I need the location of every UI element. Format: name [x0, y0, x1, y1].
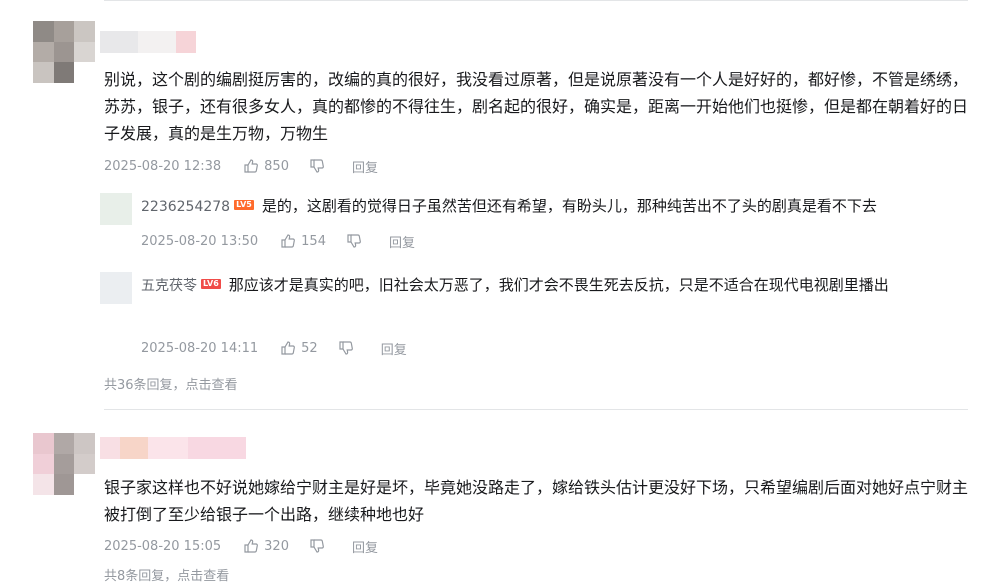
level-badge: LV5: [234, 199, 254, 210]
like-count: 52: [301, 340, 318, 356]
thumbs-down-icon: [347, 234, 361, 248]
divider: [104, 409, 968, 410]
reply-button[interactable]: 回复: [381, 339, 407, 358]
reply-body: 五克茯苓 LV6 那应该才是真实的吧，旧社会太万恶了，我们才会不畏生死去反抗，只是不…: [141, 272, 967, 300]
comment-meta: 2025-08-20 12:38 850 回复: [104, 156, 378, 176]
username-blurred[interactable]: [100, 31, 196, 53]
reply-body: 2236254278 LV5 是的，这剧看的觉得日子虽然苦但还有希望，有盼头儿，那种…: [141, 193, 967, 221]
reply-username[interactable]: 2236254278: [141, 199, 230, 215]
comment-time: 2025-08-20 15:05: [104, 538, 222, 554]
reply-button[interactable]: 回复: [352, 537, 378, 556]
like-button[interactable]: 320: [243, 538, 289, 554]
dislike-button[interactable]: [346, 233, 367, 249]
comment-text: 银子家这样也不好说她嫁给宁财主是好是坏，毕竟她没路走了，嫁给铁头估计更没好下场，…: [104, 478, 969, 524]
dislike-button[interactable]: [338, 340, 359, 356]
dislike-button[interactable]: [309, 538, 330, 554]
view-more-replies-link[interactable]: 共8条回复，点击查看: [104, 565, 229, 584]
divider-top: [104, 0, 968, 1]
like-count: 320: [264, 538, 289, 554]
reply-time: 2025-08-20 13:50: [141, 233, 259, 249]
username-blurred[interactable]: [100, 437, 246, 459]
comment-time: 2025-08-20 12:38: [104, 158, 222, 174]
reply-meta: 2025-08-20 14:11 52 回复: [141, 338, 407, 358]
reply-text: 那应该才是真实的吧，旧社会太万恶了，我们才会不畏生死去反抗，只是不适合在现代电视…: [228, 276, 889, 294]
avatar[interactable]: [33, 433, 95, 495]
reply-text: 是的，这剧看的觉得日子虽然苦但还有希望，有盼头儿，那种纯苦出不了头的剧真是看不下…: [261, 197, 877, 215]
like-count: 850: [264, 158, 289, 174]
reply-button[interactable]: 回复: [352, 157, 378, 176]
thumbs-down-icon: [339, 341, 353, 355]
like-button[interactable]: 850: [243, 158, 289, 174]
like-button[interactable]: 52: [280, 340, 318, 356]
comment-text: 别说，这个剧的编剧挺厉害的，改编的真的很好，我没看过原著，但是说原著没有一个人是…: [104, 70, 969, 143]
reply-meta: 2025-08-20 13:50 154 回复: [141, 231, 415, 251]
reply-avatar[interactable]: [100, 272, 132, 304]
thumbs-up-icon: [281, 234, 296, 248]
like-button[interactable]: 154: [280, 233, 326, 249]
reply-avatar[interactable]: [100, 193, 132, 225]
thumbs-down-icon: [310, 159, 324, 173]
reply-time: 2025-08-20 14:11: [141, 340, 259, 356]
level-badge: LV6: [201, 278, 221, 289]
thumbs-up-icon: [281, 341, 296, 355]
comment-meta: 2025-08-20 15:05 320 回复: [104, 536, 378, 556]
thumbs-up-icon: [244, 539, 259, 553]
thumbs-up-icon: [244, 159, 259, 173]
like-count: 154: [301, 233, 326, 249]
avatar[interactable]: [33, 21, 95, 83]
thumbs-down-icon: [310, 539, 324, 553]
dislike-button[interactable]: [309, 158, 330, 174]
reply-username[interactable]: 五克茯苓: [141, 278, 197, 294]
view-more-replies-link[interactable]: 共36条回复，点击查看: [104, 374, 238, 393]
reply-button[interactable]: 回复: [389, 232, 415, 251]
